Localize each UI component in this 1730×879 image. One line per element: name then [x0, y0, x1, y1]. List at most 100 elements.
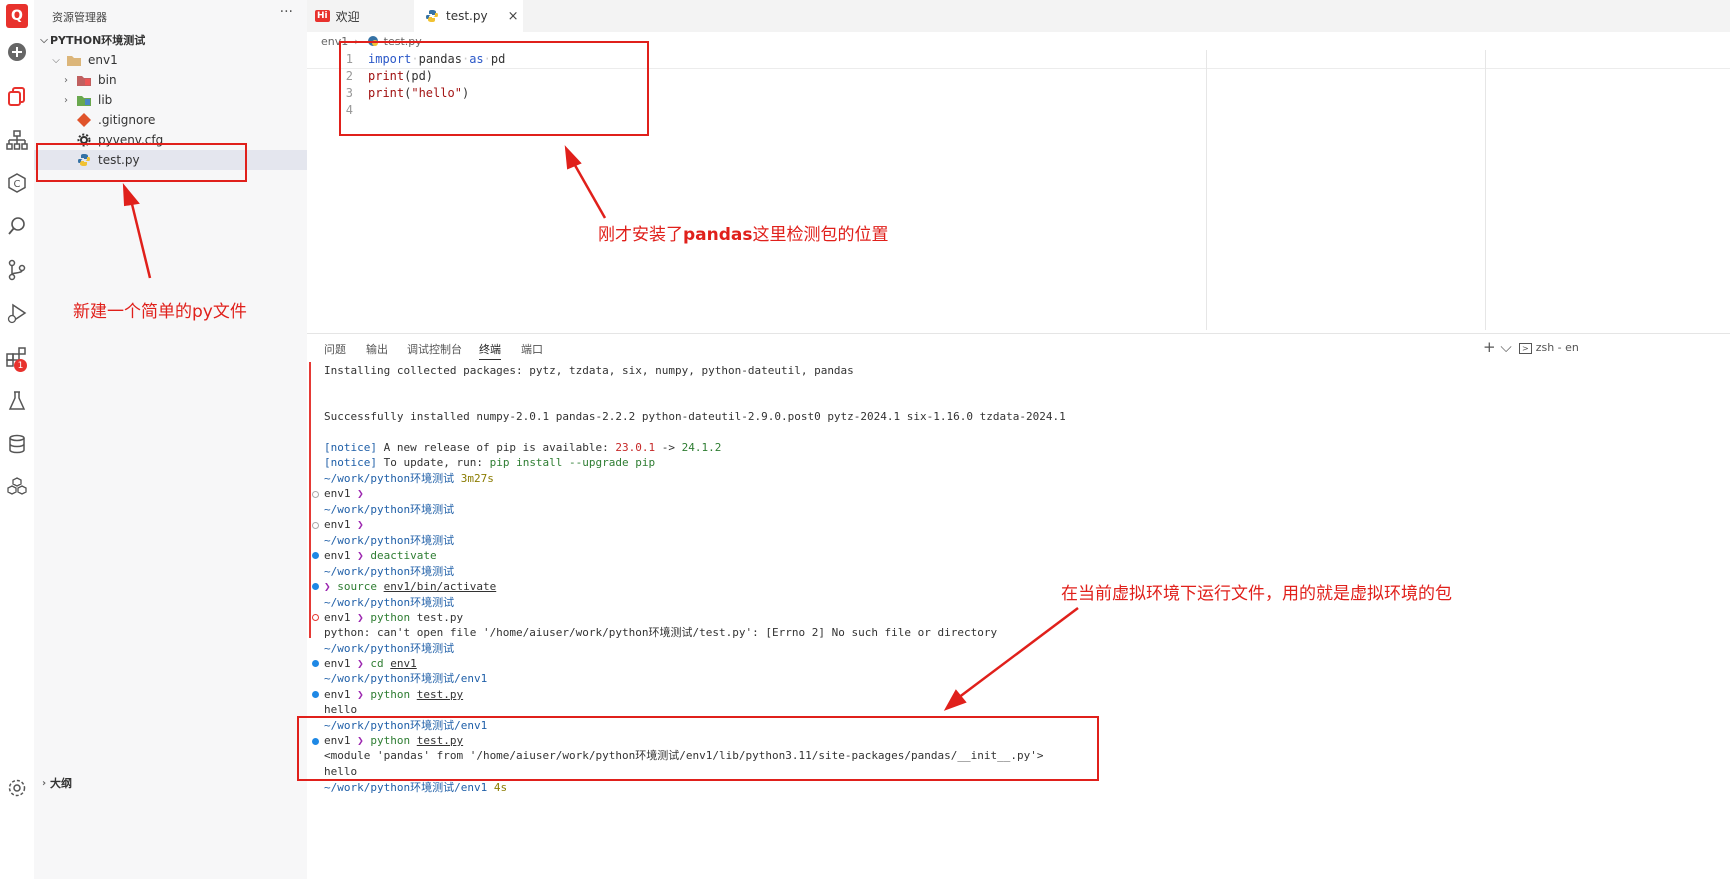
terminal-command: source — [337, 580, 377, 593]
tab-welcome[interactable]: Hi 欢迎 — [307, 0, 413, 32]
prompt-chevron: ❯ — [324, 580, 331, 593]
close-icon[interactable]: × — [508, 9, 519, 24]
chevron-right-icon: › — [41, 777, 47, 789]
search-icon[interactable] — [0, 210, 34, 242]
structure-icon[interactable] — [0, 124, 34, 156]
python-file-icon — [424, 8, 440, 24]
tree-item-lib[interactable]: › lib — [34, 90, 307, 110]
terminal-command: deactivate — [370, 549, 437, 562]
prompt-chevron: ❯ — [357, 657, 364, 670]
add-icon[interactable] — [0, 36, 34, 68]
app-logo-icon: Q — [0, 0, 34, 32]
terminal-command: python — [370, 688, 411, 701]
editor-tab-bar: Hi 欢迎 test.py × — [307, 0, 1730, 32]
new-terminal-button[interactable]: + ⌵ — [1483, 338, 1512, 356]
prompt-chevron: ❯ — [357, 487, 364, 500]
terminal-line: [notice] A new release of pip is availab… — [324, 440, 721, 456]
terminal-text: -> — [655, 441, 682, 454]
tree-item-label: env1 — [88, 53, 118, 67]
tree-item-bin[interactable]: › bin — [34, 70, 307, 90]
terminal-path: ~/work/python环境测试 — [324, 596, 455, 609]
terminal-output[interactable]: Installing collected packages: pytz, tzd… — [307, 362, 1730, 879]
terminal-path: ~/work/python环境测试 — [324, 642, 455, 655]
lib-folder-icon — [76, 92, 92, 108]
outline-section[interactable]: › 大纲 — [34, 773, 307, 793]
terminal-line: ~/work/python环境测试/env1 — [324, 671, 487, 687]
chevron-down-icon: ⌵ — [52, 54, 60, 66]
terminal-line: [notice] To update, run: pip install --u… — [324, 455, 655, 471]
terminal-path: ~/work/python环境测试/env1 — [324, 781, 488, 794]
activity-bar: Q C 1 — [0, 0, 35, 879]
more-actions-button[interactable]: ··· — [280, 4, 293, 20]
tab-label: test.py — [446, 9, 488, 23]
terminal-icon: > — [1519, 343, 1532, 354]
terminal-argument: test.py — [416, 688, 464, 701]
env-prompt: env1 — [324, 611, 351, 624]
terminal-text: A new release of pip is available: — [376, 441, 616, 454]
tab-test-py[interactable]: test.py × — [414, 0, 523, 32]
terminal-argument: env1/bin/activate — [383, 580, 497, 593]
annotation-box-terminal — [297, 716, 1099, 781]
status-dot-success-icon — [312, 552, 319, 559]
status-dot-idle-icon — [312, 491, 319, 498]
terminal-path: ~/work/python环境测试 — [324, 472, 455, 485]
status-dot-success-icon — [312, 691, 319, 698]
database-icon[interactable] — [0, 428, 34, 460]
tab-problems[interactable]: 问题 — [324, 341, 346, 357]
terminal-argument: test.py — [416, 611, 464, 624]
copyright-icon[interactable]: C — [0, 167, 34, 199]
tree-item-env1[interactable]: ⌵ env1 — [34, 50, 307, 70]
terminal-line: Successfully installed numpy-2.0.1 panda… — [324, 410, 1066, 423]
terminal-text: 23.0.1 — [615, 441, 656, 454]
status-dot-success-icon — [312, 583, 319, 590]
terminal-duration: 3m27s — [460, 472, 494, 485]
env-prompt: env1 — [324, 518, 351, 531]
annotation-text: pandas — [683, 225, 753, 245]
notice-tag: [notice] — [324, 456, 377, 469]
tree-item-label: bin — [98, 73, 117, 87]
tab-ports[interactable]: 端口 — [521, 341, 543, 357]
run-debug-icon[interactable] — [0, 297, 34, 329]
tab-output[interactable]: 输出 — [366, 341, 388, 357]
env-prompt: env1 — [324, 688, 351, 701]
annotation-box-file — [36, 143, 247, 182]
terminal-line: ~/work/python环境测试 — [324, 533, 454, 549]
terminal-line: env1 ❯ python test.py — [324, 687, 463, 703]
prompt-chevron: ❯ — [357, 688, 364, 701]
terminal-text: 24.1.2 — [681, 441, 722, 454]
welcome-hi-icon: Hi — [315, 10, 330, 22]
annotation-text: 刚才安装了 — [598, 225, 683, 245]
prompt-chevron: ❯ — [357, 611, 364, 624]
testing-flask-icon[interactable] — [0, 385, 34, 417]
explorer-icon[interactable] — [0, 80, 34, 112]
env-prompt: env1 — [324, 487, 351, 500]
terminal-path: ~/work/python环境测试 — [324, 565, 455, 578]
project-folder[interactable]: ⌵ PYTHON环境测试 — [34, 30, 307, 50]
settings-gear-icon[interactable] — [0, 772, 34, 804]
terminal-line: env1 ❯ cd env1 — [324, 656, 417, 672]
tree-item-gitignore[interactable]: .gitignore — [34, 110, 307, 130]
explorer-title: 资源管理器 — [52, 11, 107, 24]
annotation-text: 这里检测包的位置 — [752, 225, 889, 245]
explorer-sidebar: 资源管理器 ··· ⌵ PYTHON环境测试 ⌵ env1 › bin › li… — [34, 0, 307, 879]
ruler — [1206, 50, 1207, 330]
terminal-line: ~/work/python环境测试/env1 4s — [324, 780, 507, 796]
terminal-line: ❯ source env1/bin/activate — [324, 579, 496, 595]
env-prompt: env1 — [324, 657, 351, 670]
source-control-icon[interactable] — [0, 254, 34, 286]
terminal-path: ~/work/python环境测试/env1 — [324, 672, 488, 685]
terminal-instance[interactable]: > zsh - en — [1519, 341, 1579, 354]
project-name: PYTHON环境测试 — [50, 34, 146, 47]
terminal-path: ~/work/python环境测试 — [324, 534, 455, 547]
extensions-icon[interactable]: 1 — [0, 342, 34, 374]
chevron-right-icon: › — [64, 94, 68, 106]
cubes-icon[interactable] — [0, 471, 34, 503]
terminal-line: env1 ❯ — [324, 517, 364, 533]
annotation-box-code — [339, 41, 649, 136]
folder-icon — [66, 52, 82, 68]
status-dot-idle-icon — [312, 522, 319, 529]
ruler — [1485, 50, 1486, 330]
terminal-name: zsh - en — [1535, 341, 1579, 354]
tab-terminal[interactable]: 终端 — [479, 341, 501, 360]
tab-debug-console[interactable]: 调试控制台 — [407, 341, 462, 357]
